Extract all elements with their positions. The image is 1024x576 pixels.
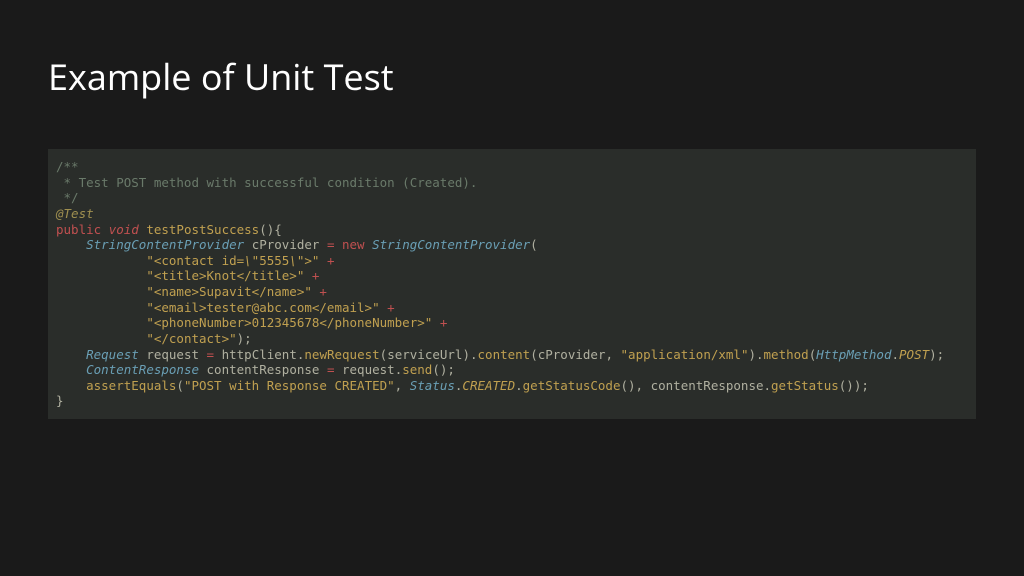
code-method: getStatus bbox=[771, 378, 839, 393]
code-annotation: @Test bbox=[56, 206, 94, 221]
code-constant: POST bbox=[899, 347, 929, 362]
code-method: content bbox=[478, 347, 531, 362]
code-comment: */ bbox=[56, 190, 79, 205]
code-type: Status bbox=[410, 378, 455, 393]
code-brace: } bbox=[56, 393, 64, 408]
code-function-name: testPostSuccess bbox=[146, 222, 259, 237]
code-type: StringContentProvider bbox=[86, 237, 244, 252]
code-comment: * Test POST method with successful condi… bbox=[56, 175, 477, 190]
code-keyword: new bbox=[342, 237, 365, 252]
code-var: serviceUrl bbox=[387, 347, 462, 362]
code-comment: /** bbox=[56, 159, 79, 174]
code-block: /** * Test POST method with successful c… bbox=[48, 149, 976, 419]
code-keyword: public bbox=[56, 222, 101, 237]
code-method: newRequest bbox=[304, 347, 379, 362]
code-string: "POST with Response CREATED" bbox=[184, 378, 395, 393]
code-var: httpClient bbox=[222, 347, 297, 362]
code-string: "</contact>" bbox=[146, 331, 236, 346]
code-type: Request bbox=[86, 347, 139, 362]
code-type: StringContentProvider bbox=[372, 237, 530, 252]
code-string: "<title>Knot</title>" bbox=[146, 268, 304, 283]
code-string: "<phoneNumber>012345678</phoneNumber>" bbox=[146, 315, 432, 330]
code-method: send bbox=[402, 362, 432, 377]
slide-title: Example of Unit Test bbox=[48, 52, 976, 101]
code-method: method bbox=[764, 347, 809, 362]
code-string: "<email>tester@abc.com</email>" bbox=[146, 300, 379, 315]
code-method: assertEquals bbox=[86, 378, 176, 393]
code-var: contentResponse bbox=[207, 362, 320, 377]
code-method: getStatusCode bbox=[523, 378, 621, 393]
code-type: HttpMethod bbox=[816, 347, 891, 362]
code-keyword: void bbox=[109, 222, 139, 237]
code-string: "<contact id= bbox=[146, 253, 244, 268]
code-type: ContentResponse bbox=[86, 362, 199, 377]
code-string: "<name>Supavit</name>" bbox=[146, 284, 312, 299]
code-var: request bbox=[146, 347, 199, 362]
code-var: cProvider bbox=[252, 237, 320, 252]
code-string: "application/xml" bbox=[621, 347, 749, 362]
code-constant: CREATED bbox=[462, 378, 515, 393]
